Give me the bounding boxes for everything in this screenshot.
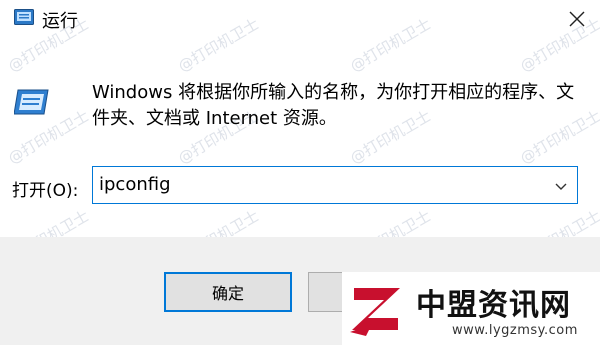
- ok-button[interactable]: 确定: [164, 272, 292, 312]
- run-dialog-icon: [13, 86, 52, 116]
- run-app-icon: [14, 9, 34, 25]
- brand-name: 中盟资讯网: [416, 288, 571, 323]
- open-label: 打开(O):: [12, 181, 79, 201]
- brand-watermark: 中盟资讯网 www.lygzmsy.com: [342, 272, 600, 345]
- brand-logo-icon: [348, 280, 406, 338]
- dialog-description: Windows 将根据你所输入的名称，为你打开相应的程序、文件夹、文档或 Int…: [92, 82, 575, 129]
- open-input[interactable]: ipconfig: [99, 174, 171, 195]
- chevron-down-icon[interactable]: [553, 178, 569, 194]
- brand-url: www.lygzmsy.com: [452, 323, 578, 338]
- open-combobox[interactable]: ipconfig: [92, 166, 578, 204]
